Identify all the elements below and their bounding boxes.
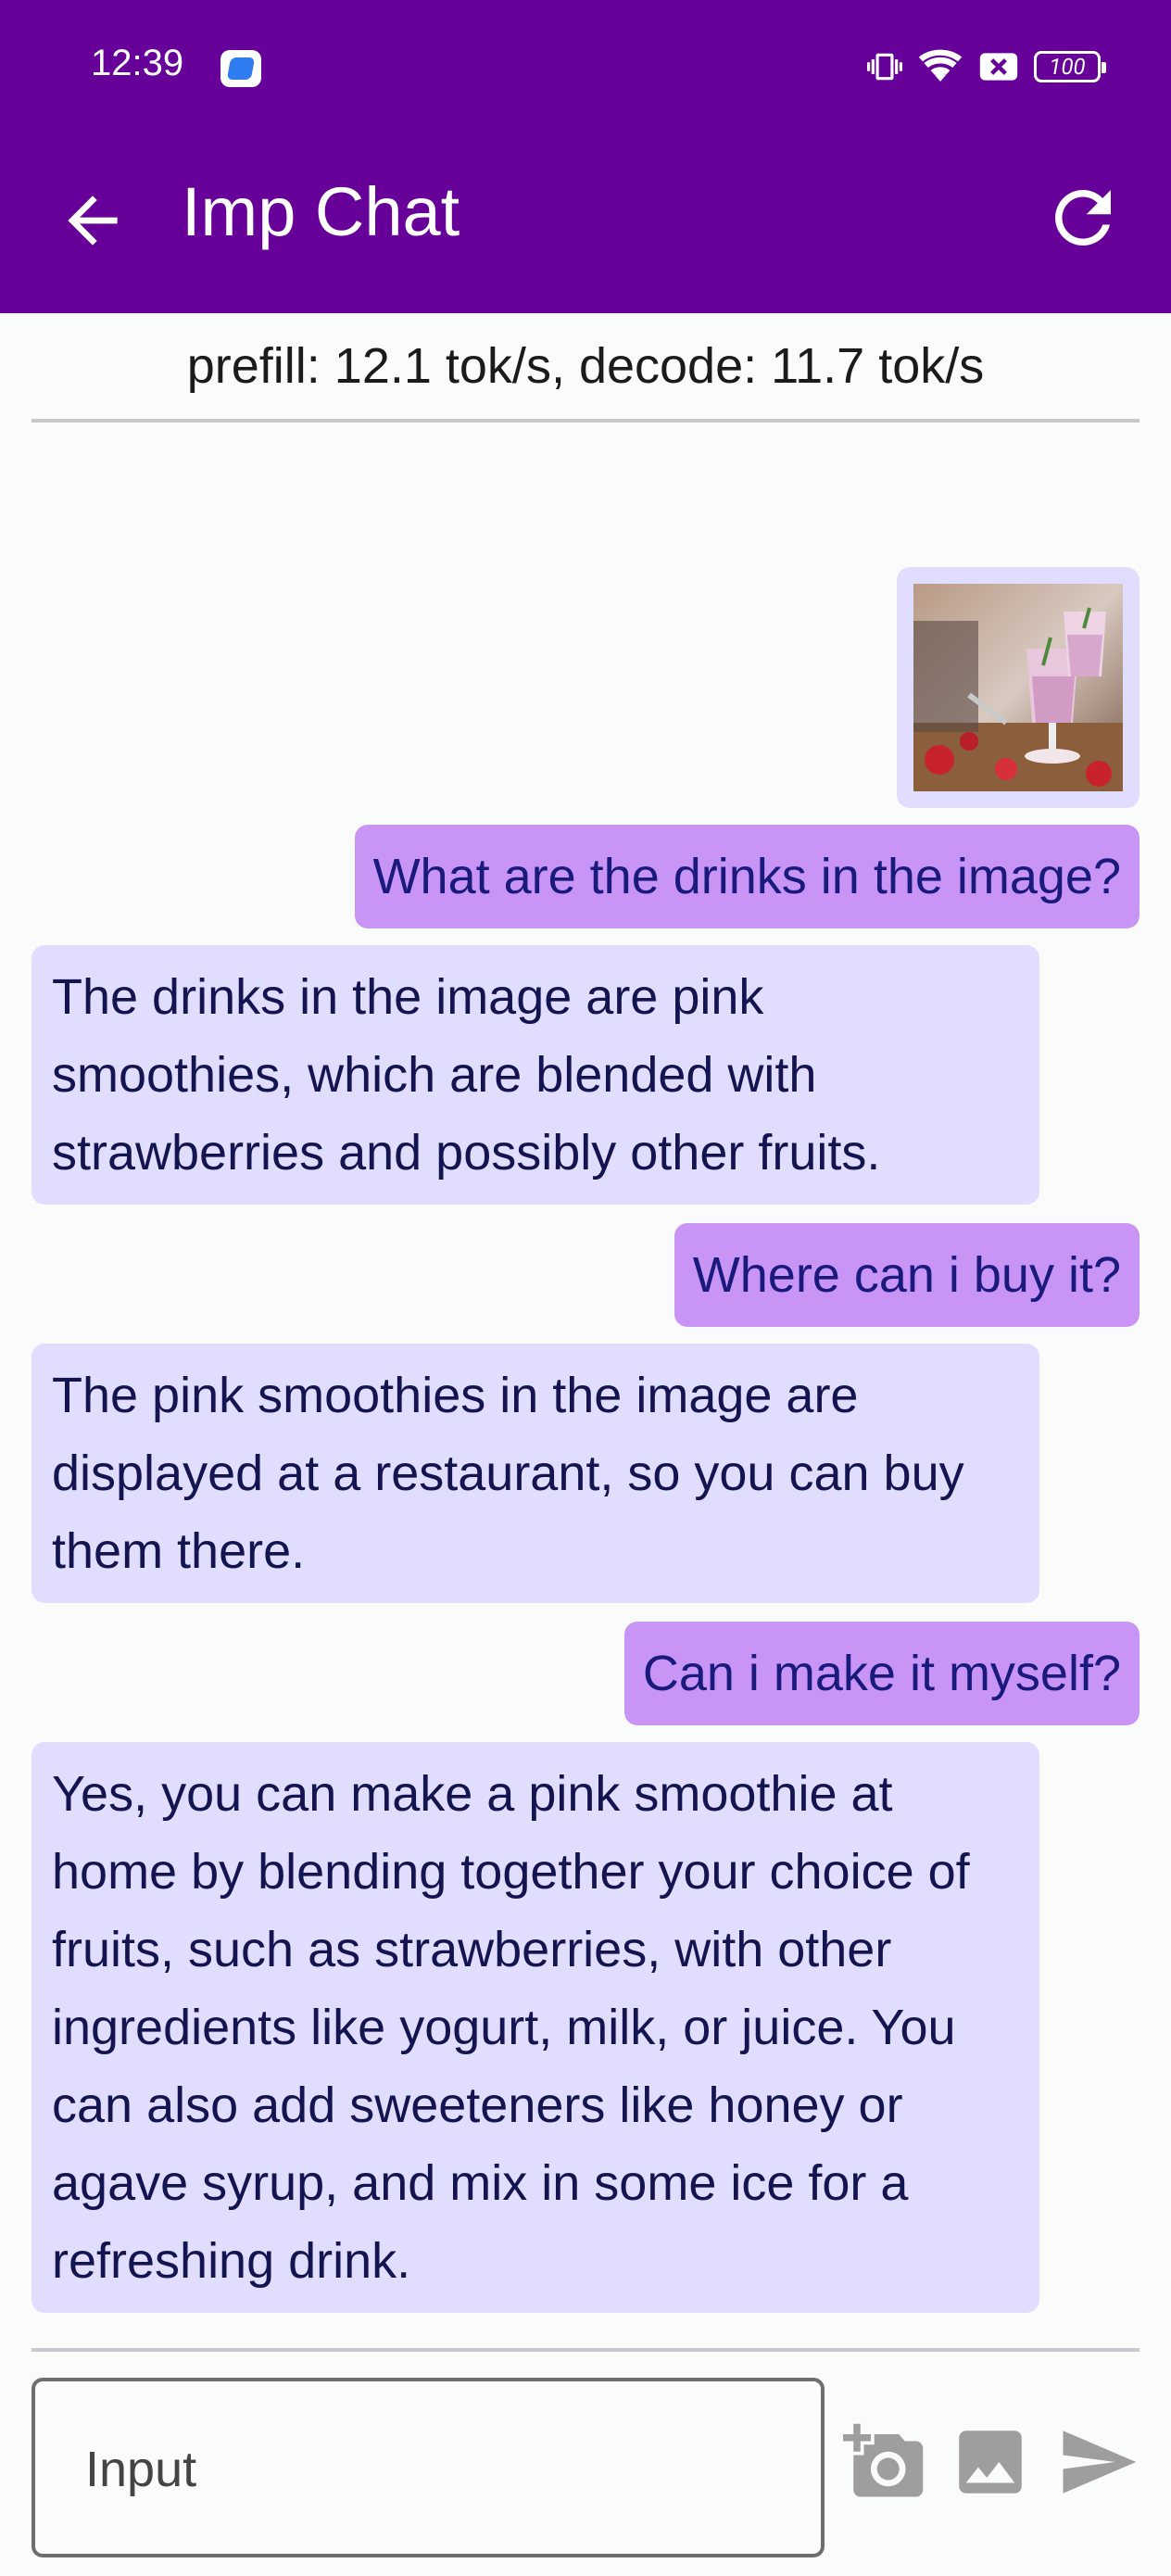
speed-stats: prefill: 12.1 tok/s, decode: 11.7 tok/s <box>31 313 1140 423</box>
assistant-message: The pink smoothies in the image are disp… <box>31 1344 1039 1603</box>
arrow-back-icon[interactable] <box>56 183 130 258</box>
user-message: Can i make it myself? <box>623 1622 1140 1725</box>
app-notification-icon <box>220 50 261 87</box>
user-message: Where can i buy it? <box>674 1223 1140 1327</box>
input-placeholder: Input <box>85 2442 197 2497</box>
image-message[interactable] <box>897 567 1140 808</box>
user-message: What are the drinks in the image? <box>354 825 1140 928</box>
assistant-message: The drinks in the image are pink smoothi… <box>31 945 1039 1205</box>
no-sim-icon <box>979 53 1018 81</box>
wifi-icon <box>918 49 963 82</box>
image-icon[interactable] <box>949 2420 1032 2504</box>
composer-divider <box>31 2348 1140 2352</box>
battery-level: 100 <box>1049 54 1086 80</box>
smoothie-image-thumbnail <box>913 584 1123 791</box>
page-title: Imp Chat <box>182 173 460 250</box>
add-photo-camera-icon[interactable] <box>843 2420 926 2504</box>
send-icon[interactable] <box>1056 2420 1140 2504</box>
status-time: 12:39 <box>91 43 184 83</box>
status-icons: 100 <box>867 48 1106 85</box>
app-bar: Imp Chat <box>0 139 1171 313</box>
vibrate-icon <box>867 53 902 81</box>
refresh-icon[interactable] <box>1041 176 1125 259</box>
assistant-message: Yes, you can make a pink smoothie at hom… <box>31 1742 1039 2313</box>
battery-icon: 100 <box>1034 51 1106 82</box>
status-bar: 12:39 100 <box>0 0 1171 139</box>
message-input[interactable]: Input <box>31 2378 825 2557</box>
